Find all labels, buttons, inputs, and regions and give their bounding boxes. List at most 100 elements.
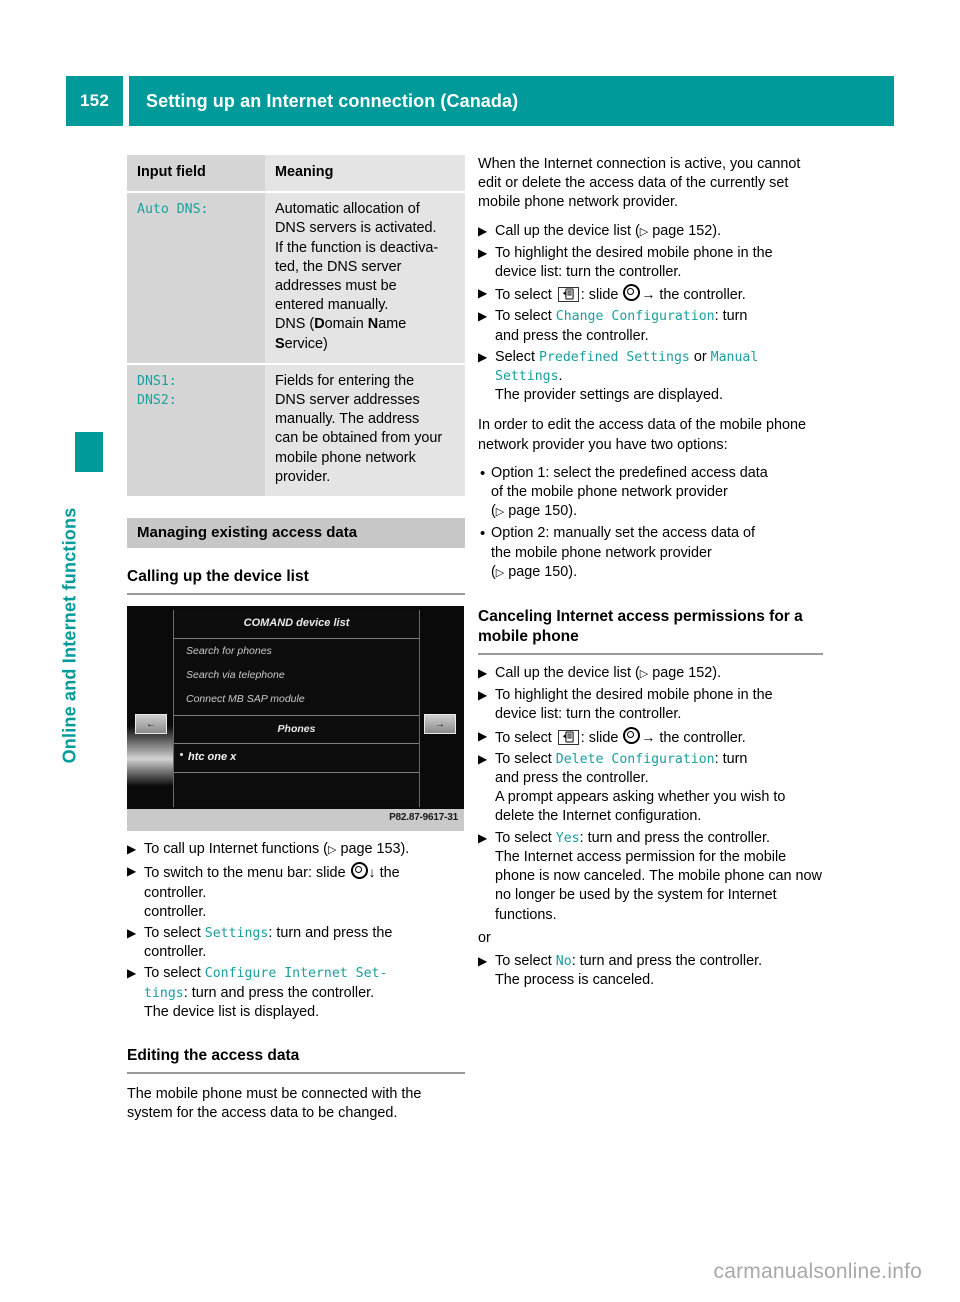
device-list-steps: ▶ To call up Internet functions (▷ page …: [127, 840, 465, 1022]
editing-paragraph: The mobile phone must be connected with …: [127, 1086, 422, 1122]
options-list: • Option 1: select the predefined access…: [478, 464, 823, 583]
page-reference: (▷ page 150).: [491, 563, 578, 580]
menu-code-delete-configuration: Delete Configuration: [555, 751, 715, 767]
meaning-line: provider.: [275, 468, 331, 485]
list-item: ▶ To select Change Configuration: turn a…: [478, 307, 823, 345]
bullet-dot-icon: •: [480, 525, 486, 543]
menu-code-change-configuration: Change Configuration: [555, 309, 715, 325]
page-reference: (▷ page 150).: [491, 503, 578, 520]
meaning-line: manually. The address: [275, 411, 420, 428]
option-line-2: of the mobile phone network provider: [491, 484, 728, 501]
step-arrow-icon: ▶: [478, 245, 488, 260]
step-text: To select: [495, 952, 556, 969]
step-continuation: controller.: [144, 903, 207, 920]
step-continuation: and press the controller.: [495, 327, 649, 344]
arrow-right-icon: →: [641, 286, 656, 303]
step-text: To select: [495, 829, 556, 846]
watermark: carmanualsonline.info: [713, 1260, 922, 1283]
or-label: or: [478, 929, 491, 946]
chapter-marker: [75, 432, 103, 472]
meaning-dns-expansion: DNS (Domain Name Service): [275, 316, 407, 352]
list-item: ▶ Call up the device list (▷ page 152).: [478, 664, 823, 684]
step-text-post: .: [558, 368, 563, 385]
step-text-post: the controller.: [655, 287, 746, 304]
step-text: To select: [495, 750, 556, 767]
option-line-1: Option 2: manually set the access data o…: [491, 525, 755, 542]
field-code-dns2: DNS2:: [137, 392, 177, 408]
menu-code-predefined-settings: Predefined Settings: [539, 349, 690, 365]
meaning-line: Automatic allocation of: [275, 201, 420, 218]
menu-code-no: No: [555, 953, 572, 969]
step-continuation: The provider settings are displayed.: [495, 387, 723, 404]
table-header-meaning: Meaning: [265, 155, 465, 193]
page-reference-label: page 152: [652, 222, 713, 239]
page-header: 152 Setting up an Internet connection (C…: [66, 76, 894, 126]
list-item: ▶ To switch to the menu bar: slide ↓ the…: [127, 862, 465, 922]
page-reference: ▷ page 152: [639, 222, 713, 239]
arrow-down-icon: ↓: [368, 864, 376, 881]
step-continuation-line: Settings.: [495, 367, 823, 386]
figure-phone-name: htc one x: [188, 751, 237, 764]
menu-code-manual-settings-1: Manual: [710, 349, 759, 365]
step-text-post: ).: [400, 841, 410, 858]
list-item: ▶ To select No: turn and press the contr…: [478, 952, 823, 990]
step-text-post: : turn and press the controller.: [579, 829, 771, 846]
step-text: To select: [495, 729, 556, 746]
step-text-mid: : slide: [580, 729, 623, 746]
menu-code-configure-internet-2: tings: [144, 985, 184, 1001]
step-text-post: : turn and press the controller.: [183, 984, 375, 1001]
list-item: ▶ To select Configure Internet Set- ting…: [127, 964, 465, 1022]
page-title: Setting up an Internet connection (Canad…: [129, 76, 894, 126]
step-text: To switch to the menu bar: slide: [144, 865, 350, 882]
list-box-icon: [557, 729, 579, 745]
step-arrow-icon: ▶: [478, 830, 488, 845]
meaning-line: ted, the DNS server: [275, 258, 402, 275]
step-arrow-icon: ▶: [127, 926, 137, 941]
heading-calling-up-device-list: Calling up the device list: [127, 567, 465, 596]
back-arrow-icon: ←: [135, 714, 167, 735]
list-item: ▶ To select Yes: turn and press the cont…: [478, 829, 823, 925]
list-item: ▶ To select : slide → the controller.: [478, 726, 823, 748]
step-text: To select: [144, 965, 205, 982]
meaning-line: mobile phone network: [275, 449, 416, 466]
editing-steps: ▶ Call up the device list (▷ page 152). …: [478, 222, 823, 406]
step-text: Call up the device list (: [495, 222, 640, 239]
table-row: Auto DNS: Automatic allocation of DNS se…: [127, 191, 465, 364]
menu-code-settings: Settings: [204, 926, 269, 942]
chapter-label: Online and Internet functions: [59, 507, 80, 764]
menu-code-configure-internet: Configure Internet Set-: [204, 966, 388, 982]
bullet-dot-icon: [180, 753, 183, 757]
meaning-line: entered manually.: [275, 297, 389, 314]
figure-menu-item: Search for phones: [186, 644, 272, 657]
list-item: ▶ To call up Internet functions (▷ page …: [127, 840, 465, 860]
field-code-dns1: DNS1:: [137, 373, 177, 389]
page-reference-label: page 150: [508, 563, 569, 580]
step-arrow-icon: ▶: [127, 842, 137, 857]
step-arrow-icon: ▶: [478, 286, 488, 301]
figure-phone-entry: htc one x: [174, 744, 419, 774]
page-reference: ▷ page 152: [639, 665, 713, 682]
step-continuation: device list: turn the controller.: [495, 264, 682, 281]
left-column: Input field Meaning Auto DNS: Automatic …: [127, 155, 465, 1123]
controller-ring-icon: [623, 726, 641, 744]
table-cell-field: DNS1: DNS2:: [127, 362, 265, 497]
step-text-post: : turn and press the controller.: [571, 952, 763, 969]
page-reference-label: page 152: [652, 665, 713, 682]
step-text: To select: [495, 287, 556, 304]
step-arrow-icon: ▶: [478, 666, 488, 681]
meaning-line: can be obtained from your: [275, 430, 443, 447]
section-banner: Managing existing access data: [127, 518, 465, 549]
meaning-line: DNS servers is activated.: [275, 220, 437, 237]
list-item: ▶ To highlight the desired mobile phone …: [478, 686, 823, 724]
right-column: When the Internet connection is active, …: [478, 155, 823, 992]
step-arrow-icon: ▶: [478, 309, 488, 324]
list-item: • Option 2: manually set the access data…: [478, 524, 823, 583]
step-continuation-line: tings: turn and press the controller.: [144, 984, 465, 1003]
step-text: Call up the device list (: [495, 665, 640, 682]
step-text-post: : turn: [714, 750, 748, 767]
page-number: 152: [66, 76, 123, 126]
step-text-post: ).: [712, 222, 722, 239]
meaning-line: Fields for entering the: [275, 372, 415, 389]
list-item: ▶ Call up the device list (▷ page 152).: [478, 222, 823, 242]
bullet-dot-icon: •: [480, 464, 486, 482]
